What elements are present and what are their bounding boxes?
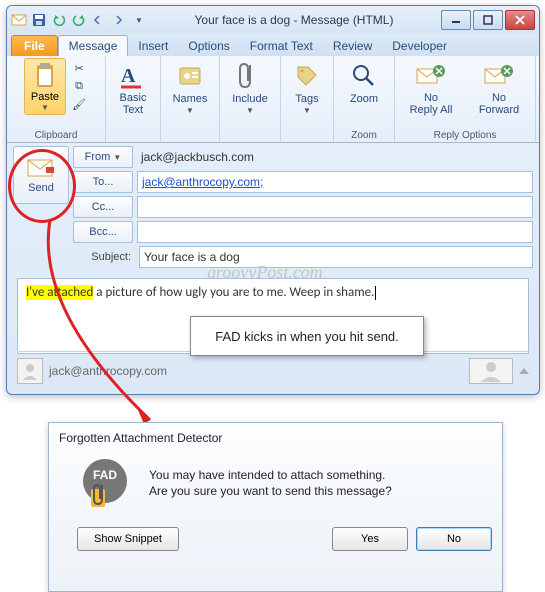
maximize-button[interactable] — [473, 10, 503, 30]
chevron-down-icon: ▼ — [186, 106, 194, 115]
chevron-down-icon: ▼ — [41, 103, 49, 112]
minimize-button[interactable] — [441, 10, 471, 30]
no-reply-all-button[interactable]: No Reply All — [399, 58, 463, 118]
to-input[interactable]: jack@anthrocopy.com; — [137, 171, 533, 193]
send-button[interactable]: Send — [13, 146, 69, 204]
subject-input[interactable]: Your face is a dog — [139, 246, 533, 268]
tags-button[interactable]: Tags ▼ — [287, 58, 327, 117]
titlebar: ▼ Your face is a dog - Message (HTML) — [7, 6, 539, 34]
expand-people-pane-icon[interactable] — [519, 368, 529, 374]
names-button[interactable]: Names ▼ — [169, 58, 212, 117]
basic-text-group: A Basic Text — [106, 56, 161, 142]
undo-icon[interactable] — [51, 12, 67, 28]
no-forward-button[interactable]: No Forward — [467, 58, 531, 118]
reply-options-group: No Reply All No Forward Reply Options — [395, 56, 536, 142]
from-value: jack@jackbusch.com — [137, 147, 533, 167]
no-reply-all-label: No Reply All — [410, 93, 453, 116]
ribbon: Paste ▼ ✂ ⧉ 🖌 Clipboard A Basic Text Nam… — [7, 56, 539, 143]
tags-group: Tags ▼ — [281, 56, 334, 142]
to-recipient[interactable]: jack@anthrocopy.com; — [142, 175, 263, 189]
tags-label: Tags — [295, 93, 318, 105]
zoom-label: Zoom — [350, 93, 378, 105]
body-highlight: I've attached — [26, 285, 93, 300]
reply-options-group-label: Reply Options — [395, 130, 535, 141]
zoom-group: Zoom Zoom — [334, 56, 395, 142]
cc-input[interactable] — [137, 196, 533, 218]
annotation-callout: FAD kicks in when you hit send. — [190, 316, 424, 356]
tab-developer[interactable]: Developer — [382, 36, 457, 56]
paste-label: Paste — [31, 91, 59, 103]
ribbon-tabs: File Message Insert Options Format Text … — [7, 34, 539, 56]
send-label: Send — [28, 182, 54, 194]
basic-text-label: Basic Text — [120, 93, 147, 116]
tab-options[interactable]: Options — [178, 36, 239, 56]
previous-item-icon[interactable] — [91, 12, 107, 28]
svg-text:A: A — [121, 65, 136, 87]
no-forward-label: No Forward — [479, 93, 519, 116]
tab-review[interactable]: Review — [323, 36, 382, 56]
names-label: Names — [173, 93, 208, 105]
include-label: Include — [232, 93, 267, 105]
paste-button[interactable]: Paste ▼ — [24, 58, 66, 115]
body-text: a picture of how ugly you are to me. Wee… — [93, 285, 374, 300]
save-icon[interactable] — [31, 12, 47, 28]
dialog-title: Forgotten Attachment Detector — [59, 431, 492, 445]
window-title: Your face is a dog - Message (HTML) — [151, 13, 437, 27]
quick-access-toolbar: ▼ — [11, 12, 147, 28]
show-snippet-button[interactable]: Show Snippet — [77, 527, 179, 551]
dialog-message: You may have intended to attach somethin… — [149, 467, 392, 499]
compose-area: Send From ▼ jack@jackbusch.com To... jac… — [13, 146, 533, 268]
qat-dropdown-icon[interactable]: ▼ — [131, 12, 147, 28]
basic-text-button[interactable]: A Basic Text — [113, 58, 153, 118]
zoom-group-label: Zoom — [334, 130, 394, 141]
people-pane-email: jack@anthrocopy.com — [49, 364, 167, 378]
tab-format-text[interactable]: Format Text — [240, 36, 323, 56]
subject-label: Subject: — [73, 251, 135, 263]
tab-file[interactable]: File — [11, 35, 58, 56]
no-button[interactable]: No — [416, 527, 492, 551]
close-button[interactable] — [505, 10, 535, 30]
next-item-icon[interactable] — [111, 12, 127, 28]
avatar-icon — [17, 358, 43, 384]
text-cursor — [375, 286, 376, 300]
bcc-button[interactable]: Bcc... — [73, 221, 133, 243]
yes-button[interactable]: Yes — [332, 527, 408, 551]
chevron-down-icon: ▼ — [303, 106, 311, 115]
names-group: Names ▼ — [161, 56, 220, 142]
svg-text:FAD: FAD — [93, 468, 117, 482]
chevron-down-icon: ▼ — [246, 106, 254, 115]
include-button[interactable]: Include ▼ — [228, 58, 271, 117]
clipboard-group-label: Clipboard — [7, 130, 105, 141]
mail-icon — [11, 12, 27, 28]
people-pane: jack@anthrocopy.com — [17, 351, 529, 386]
window-buttons — [441, 10, 535, 30]
tab-insert[interactable]: Insert — [128, 36, 178, 56]
clipboard-group: Paste ▼ ✂ ⧉ 🖌 Clipboard — [7, 56, 106, 142]
fad-dialog: Forgotten Attachment Detector FAD You ma… — [48, 422, 503, 592]
callout-text: FAD kicks in when you hit send. — [215, 329, 399, 344]
tab-message[interactable]: Message — [58, 35, 129, 56]
redo-icon[interactable] — [71, 12, 87, 28]
dialog-line1: You may have intended to attach somethin… — [149, 467, 392, 483]
cut-icon[interactable]: ✂ — [70, 60, 88, 76]
dialog-line2: Are you sure you want to send this messa… — [149, 483, 392, 499]
to-button[interactable]: To... — [73, 171, 133, 193]
format-painter-icon[interactable]: 🖌 — [70, 96, 88, 112]
zoom-button[interactable]: Zoom — [344, 58, 384, 107]
copy-icon[interactable]: ⧉ — [70, 78, 88, 94]
from-button[interactable]: From ▼ — [73, 146, 133, 168]
fad-icon: FAD — [77, 455, 133, 511]
avatar-large-icon — [469, 358, 513, 384]
cc-button[interactable]: Cc... — [73, 196, 133, 218]
bcc-input[interactable] — [137, 221, 533, 243]
include-group: Include ▼ — [220, 56, 281, 142]
